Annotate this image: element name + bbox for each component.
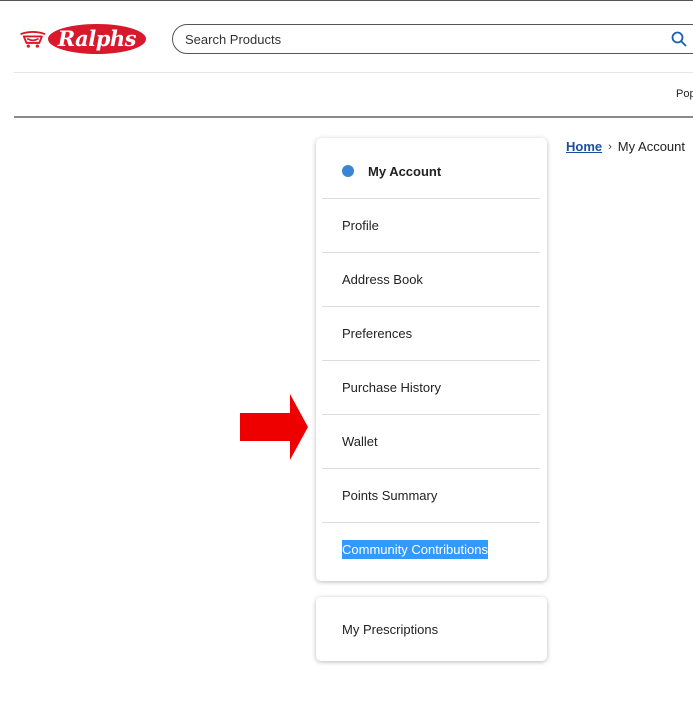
- nav-divider: [14, 116, 693, 118]
- menu-item-purchase-history[interactable]: Purchase History: [322, 360, 540, 414]
- menu-item-label-selected: Community Contributions: [342, 540, 488, 559]
- search-icon[interactable]: [671, 31, 687, 47]
- ralphs-logo[interactable]: Ralphs: [20, 20, 146, 58]
- menu-item-label: Wallet: [342, 434, 378, 449]
- menu-heading-my-account[interactable]: My Account: [322, 144, 540, 198]
- right-arrow-icon: [240, 394, 308, 460]
- menu-item-label: Profile: [342, 218, 379, 233]
- menu-item-label: Purchase History: [342, 380, 441, 395]
- menu-heading-label: My Account: [368, 163, 442, 179]
- menu-item-label: Preferences: [342, 326, 413, 341]
- menu-item-points-summary[interactable]: Points Summary: [322, 468, 540, 522]
- active-dot-icon: [342, 165, 354, 177]
- menu-item-wallet[interactable]: Wallet: [322, 414, 540, 468]
- menu-item-label: Address Book: [342, 272, 423, 287]
- breadcrumb-home-link[interactable]: Home: [566, 139, 602, 154]
- prescriptions-card: My Prescriptions: [316, 597, 547, 661]
- search-bar[interactable]: [172, 24, 693, 54]
- menu-item-label: My Prescriptions: [342, 621, 439, 637]
- page: Ralphs Pop Home › My Account My Account …: [0, 0, 693, 706]
- menu-item-label: Points Summary: [342, 488, 438, 503]
- breadcrumb-current: My Account: [617, 139, 685, 154]
- top-border: [0, 0, 693, 1]
- menu-item-profile[interactable]: Profile: [322, 198, 540, 252]
- menu-item-community-contributions[interactable]: Community Contributions: [322, 522, 540, 576]
- nav-item-partial[interactable]: Pop: [676, 88, 693, 100]
- account-menu-card: My Account Profile Address Book Preferen…: [316, 138, 547, 581]
- menu-item-preferences[interactable]: Preferences: [322, 306, 540, 360]
- header-divider: [14, 72, 693, 73]
- breadcrumb: Home › My Account: [566, 139, 685, 154]
- breadcrumb-separator: ›: [608, 140, 612, 153]
- search-input[interactable]: [185, 31, 645, 47]
- logo-wordmark: Ralphs: [47, 24, 146, 54]
- menu-item-address-book[interactable]: Address Book: [322, 252, 540, 306]
- shopping-cart-icon: [20, 30, 46, 48]
- menu-item-my-prescriptions[interactable]: My Prescriptions: [322, 602, 540, 656]
